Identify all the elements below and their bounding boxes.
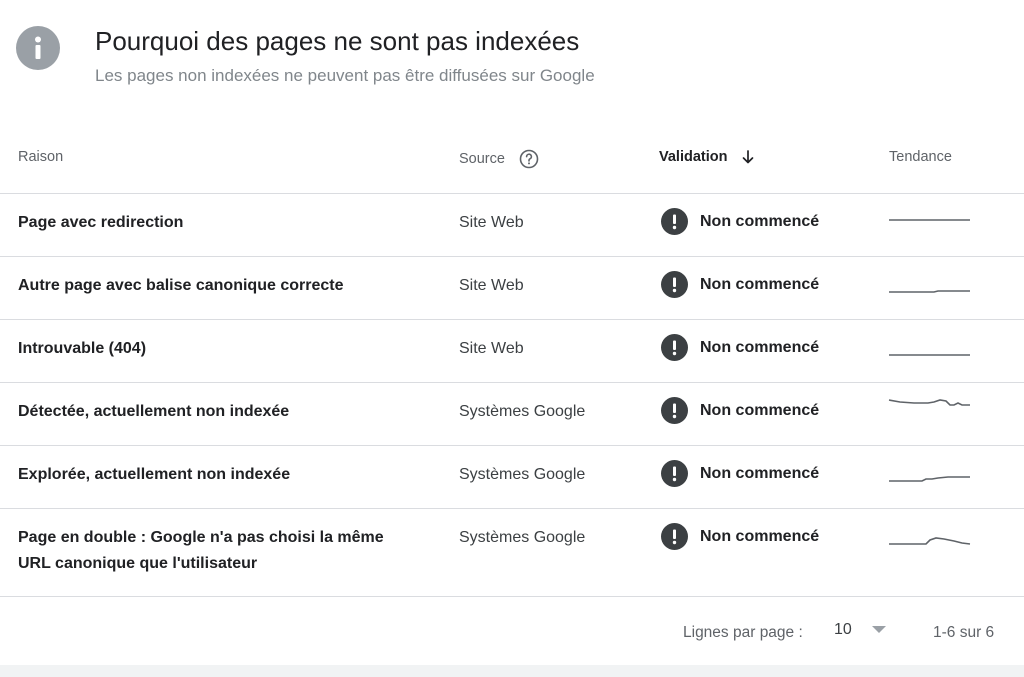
- trend-sparkline: [889, 537, 971, 545]
- exclamation-icon: [661, 208, 688, 235]
- column-header-validation[interactable]: Validation: [659, 149, 756, 165]
- trend-sparkline: [888, 399, 970, 406]
- row-source: Site Web: [459, 277, 524, 294]
- column-label-validation: Validation: [659, 149, 728, 165]
- exclamation-icon: [661, 334, 688, 361]
- row-validation: Non commencé: [661, 397, 819, 424]
- column-label-source: Source: [459, 151, 505, 167]
- status-label: Non commencé: [700, 275, 820, 293]
- trend-sparkline: [889, 219, 970, 221]
- row-source: Site Web: [459, 340, 524, 357]
- status-label: Non commencé: [700, 401, 820, 419]
- report-card: Pourquoi des pages ne sont pas indexées …: [0, 0, 1024, 665]
- status-label: Non commencé: [700, 527, 820, 545]
- help-icon[interactable]: [519, 149, 539, 169]
- row-source: Systèmes Google: [459, 529, 586, 546]
- row-source: Systèmes Google: [459, 466, 586, 483]
- exclamation-icon: [661, 397, 688, 424]
- row-validation: Non commencé: [661, 271, 819, 298]
- row-reason: Page en double : Google n'a pas choisi l…: [18, 529, 384, 572]
- info-icon: [16, 26, 60, 70]
- exclamation-icon: [661, 523, 688, 550]
- table-row[interactable]: Explorée, actuellement non indexée Systè…: [0, 446, 1024, 509]
- trend-sparkline: [889, 476, 970, 482]
- column-header-source[interactable]: Source: [459, 149, 539, 169]
- exclamation-icon: [661, 271, 688, 298]
- rows-per-page-value: 10: [834, 621, 852, 638]
- report-header: Pourquoi des pages ne sont pas indexées …: [0, 0, 1024, 120]
- page-subtitle: Les pages non indexées ne peuvent pas êt…: [95, 66, 595, 85]
- row-reason: Introuvable (404): [18, 340, 147, 357]
- rows-per-page-select[interactable]: 10: [834, 621, 886, 639]
- row-reason: Autre page avec balise canonique correct…: [18, 277, 344, 294]
- table-row[interactable]: Page avec redirection Site Web Non comme…: [0, 194, 1024, 257]
- trend-sparkline: [889, 290, 970, 293]
- table-header: Raison Source Validation Tendance: [0, 122, 1024, 194]
- status-label: Non commencé: [700, 338, 820, 356]
- sort-descending-icon: [740, 149, 756, 165]
- row-validation: Non commencé: [661, 208, 819, 235]
- column-header-reason[interactable]: Raison: [18, 149, 63, 165]
- row-validation: Non commencé: [661, 523, 819, 550]
- exclamation-icon: [661, 460, 688, 487]
- table-row[interactable]: Autre page avec balise canonique correct…: [0, 257, 1024, 320]
- pagination-range: 1-6 sur 6: [933, 624, 995, 641]
- row-reason: Explorée, actuellement non indexée: [18, 466, 291, 483]
- table-row[interactable]: Page en double : Google n'a pas choisi l…: [0, 509, 1024, 597]
- trend-sparkline: [889, 354, 970, 356]
- dropdown-arrow-icon: [871, 621, 886, 639]
- column-label-reason: Raison: [18, 149, 64, 165]
- column-header-trend[interactable]: Tendance: [889, 149, 952, 165]
- row-validation: Non commencé: [661, 334, 819, 361]
- row-reason: Page avec redirection: [18, 214, 184, 231]
- row-validation: Non commencé: [661, 460, 819, 487]
- rows-per-page-label: Lignes par page :: [683, 624, 803, 641]
- row-reason: Détectée, actuellement non indexée: [18, 403, 290, 420]
- table-row[interactable]: Détectée, actuellement non indexée Systè…: [0, 383, 1024, 446]
- pagination-bar: Lignes par page : 10 1-6 sur 6: [0, 597, 1024, 665]
- status-label: Non commencé: [700, 212, 820, 230]
- column-label-trend: Tendance: [889, 149, 952, 165]
- page-title: Pourquoi des pages ne sont pas indexées: [95, 26, 580, 56]
- status-label: Non commencé: [700, 464, 820, 482]
- table-row[interactable]: Introuvable (404) Site Web Non commencé: [0, 320, 1024, 383]
- row-source: Site Web: [459, 214, 524, 231]
- row-source: Systèmes Google: [459, 403, 586, 420]
